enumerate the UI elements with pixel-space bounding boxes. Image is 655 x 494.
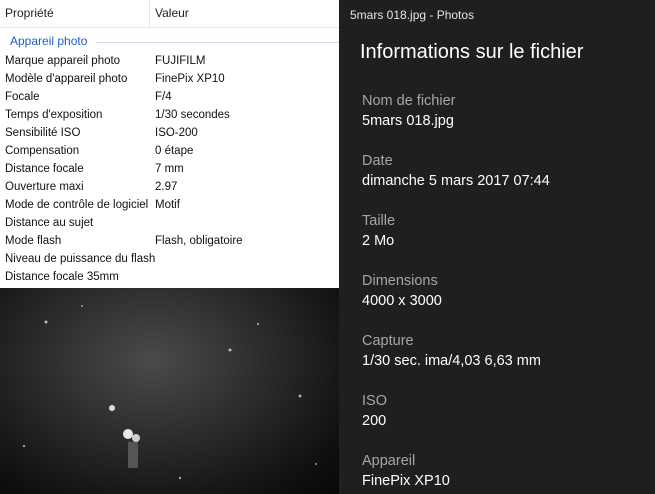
property-key: Modèle d'appareil photo (5, 73, 128, 85)
info-field-dimensions: Dimensions 4000 x 3000 (362, 273, 442, 309)
info-value: 5mars 018.jpg (362, 113, 454, 129)
property-key: Distance focale 35mm (5, 271, 119, 283)
group-divider (95, 42, 339, 43)
info-label: Nom de fichier (362, 93, 456, 109)
property-key: Niveau de puissance du flash (5, 253, 156, 265)
window-titlebar[interactable]: 5mars 018.jpg - Photos (339, 0, 655, 30)
column-header-value[interactable]: Valeur (155, 6, 189, 20)
property-row[interactable]: Marque appareil photo FUJIFILM (0, 53, 339, 71)
info-field-filename: Nom de fichier 5mars 018.jpg (362, 93, 455, 129)
property-key: Compensation (5, 145, 80, 157)
property-value: Motif (155, 199, 180, 211)
property-key: Marque appareil photo (5, 55, 121, 67)
info-value: 200 (362, 413, 387, 429)
info-label: Taille (362, 213, 396, 229)
property-row[interactable]: Mode flash Flash, obligatoire (0, 233, 339, 251)
property-key: Sensibilité ISO (5, 127, 81, 139)
info-label: ISO (362, 393, 387, 409)
info-field-size: Taille 2 Mo (362, 213, 395, 249)
property-row[interactable]: Ouverture maxi 2.97 (0, 179, 339, 197)
property-key: Temps d'exposition (5, 109, 103, 121)
property-key: Distance focale (5, 163, 84, 175)
property-key: Mode flash (5, 235, 62, 247)
info-field-iso: ISO 200 (362, 393, 387, 429)
property-value: 2.97 (155, 181, 178, 193)
property-key: Focale (5, 91, 40, 103)
properties-column-header: Propriété Valeur (0, 0, 339, 28)
property-key: Mode de contrôle de logiciel (5, 199, 149, 211)
property-value: F/4 (155, 91, 172, 103)
info-field-date: Date dimanche 5 mars 2017 07:44 (362, 153, 550, 189)
property-value: Flash, obligatoire (155, 235, 243, 247)
properties-list: Marque appareil photo FUJIFILM Modèle d'a… (0, 53, 339, 287)
info-field-capture: Capture 1/30 sec. ima/4,03 6,63 mm (362, 333, 541, 369)
column-separator[interactable] (149, 0, 150, 27)
property-key: Distance au sujet (5, 217, 94, 229)
property-row[interactable]: Focale F/4 (0, 89, 339, 107)
property-row[interactable]: Distance au sujet (0, 215, 339, 233)
property-value: ISO-200 (155, 127, 198, 139)
property-row[interactable]: Temps d'exposition 1/30 secondes (0, 107, 339, 125)
column-header-property[interactable]: Propriété (5, 6, 54, 20)
property-row[interactable]: Distance focale 35mm (0, 269, 339, 287)
info-field-camera: Appareil FinePix XP10 (362, 453, 450, 489)
property-row[interactable]: Mode de contrôle de logiciel Motif (0, 197, 339, 215)
window-title: 5mars 018.jpg - Photos (350, 8, 475, 22)
file-properties-panel: Propriété Valeur Appareil photo Marque a… (0, 0, 339, 288)
property-value: FUJIFILM (155, 55, 206, 67)
property-value: FinePix XP10 (155, 73, 225, 85)
property-value: 7 mm (155, 163, 184, 175)
info-label: Appareil (362, 453, 416, 469)
info-value: FinePix XP10 (362, 473, 450, 489)
info-heading: Informations sur le fichier (360, 41, 584, 63)
property-row[interactable]: Compensation 0 étape (0, 143, 339, 161)
info-label: Date (362, 153, 393, 169)
property-key: Ouverture maxi (5, 181, 84, 193)
property-value: 1/30 secondes (155, 109, 230, 121)
property-row[interactable]: Sensibilité ISO ISO-200 (0, 125, 339, 143)
property-row[interactable]: Niveau de puissance du flash (0, 251, 339, 269)
group-title-camera: Appareil photo (10, 34, 88, 48)
photo-preview (0, 288, 339, 494)
info-label: Dimensions (362, 273, 438, 289)
info-value: dimanche 5 mars 2017 07:44 (362, 173, 550, 189)
info-value: 2 Mo (362, 233, 395, 249)
photo-noise (22, 305, 317, 480)
info-label: Capture (362, 333, 414, 349)
info-value: 1/30 sec. ima/4,03 6,63 mm (362, 353, 541, 369)
photos-info-panel: 5mars 018.jpg - Photos Informations sur … (339, 0, 655, 494)
info-value: 4000 x 3000 (362, 293, 442, 309)
property-row[interactable]: Modèle d'appareil photo FinePix XP10 (0, 71, 339, 89)
property-row[interactable]: Distance focale 7 mm (0, 161, 339, 179)
property-value: 0 étape (155, 145, 194, 157)
